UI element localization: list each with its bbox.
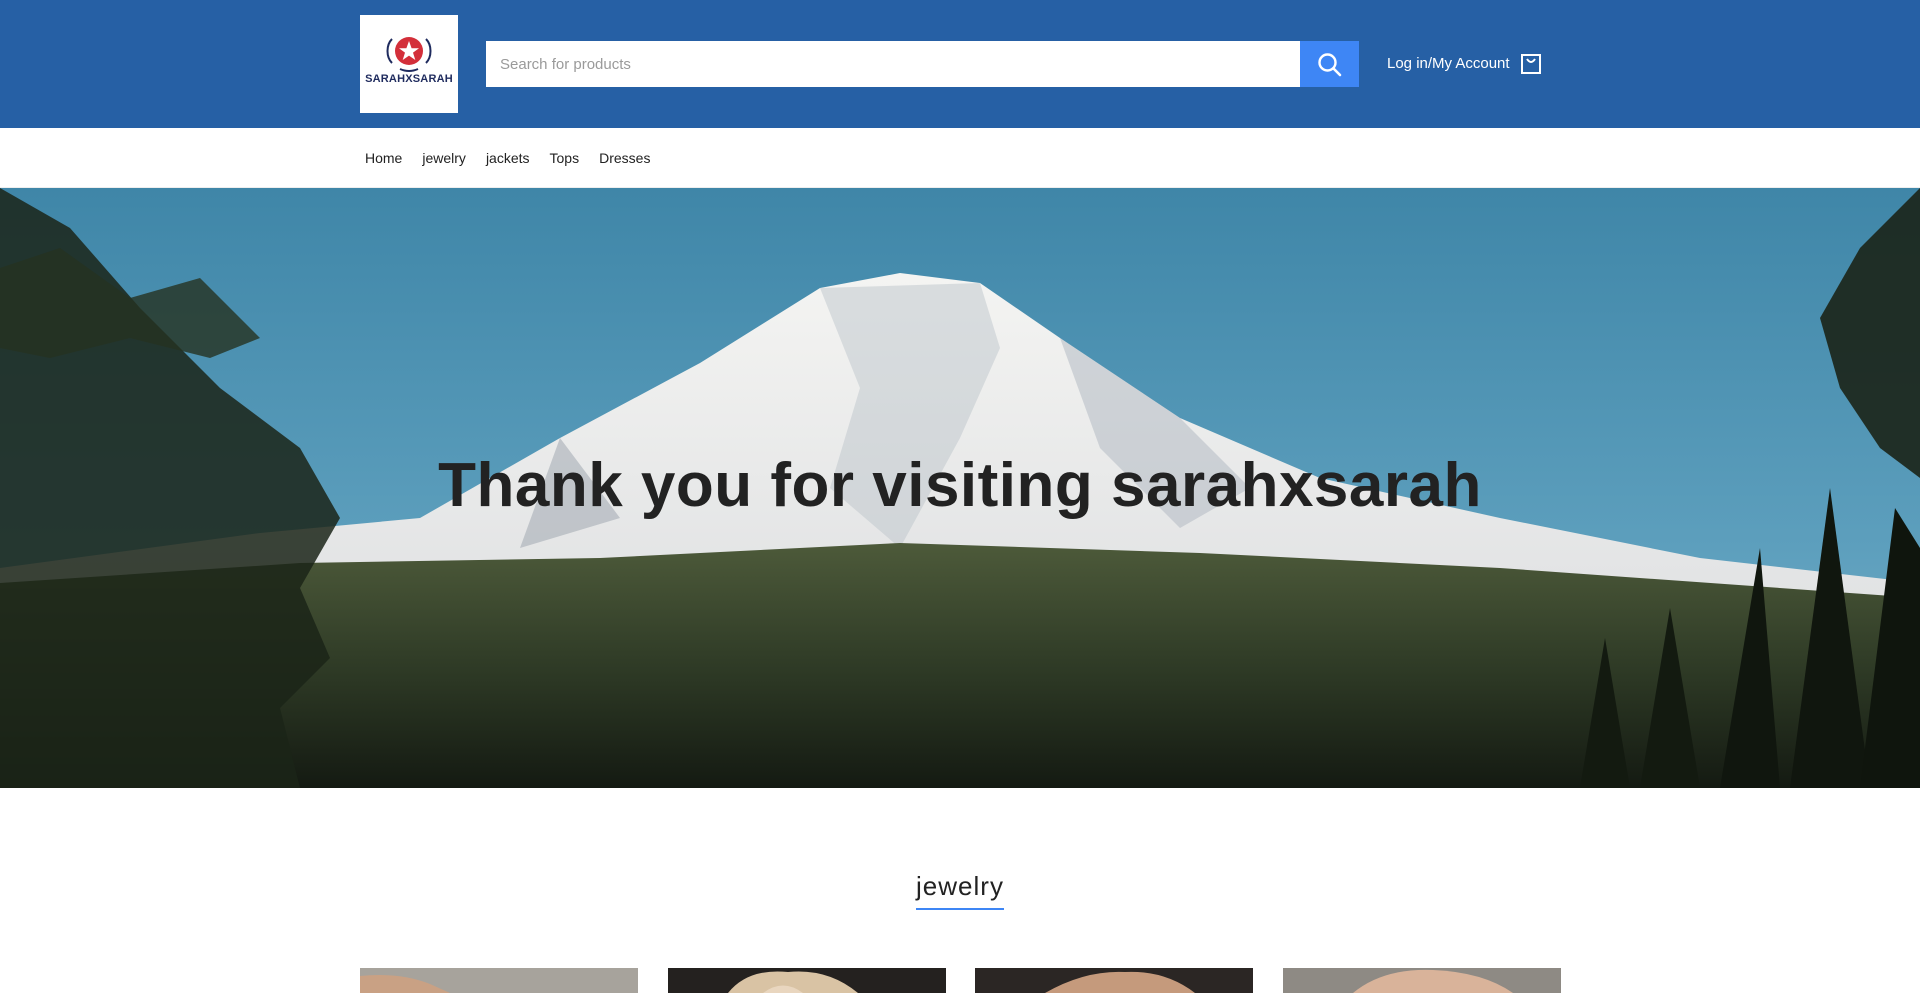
section-heading: jewelry <box>0 871 1920 910</box>
brand-name: SARAHXSARAH <box>365 73 453 85</box>
search-icon <box>1318 53 1342 77</box>
nav-item-jewelry[interactable]: jewelry <box>417 150 471 166</box>
nav-item-tops[interactable]: Tops <box>545 150 585 166</box>
search-button[interactable] <box>1300 41 1359 87</box>
product-image <box>668 968 946 993</box>
product-card[interactable] <box>1283 968 1561 993</box>
search-input[interactable] <box>486 41 1301 87</box>
nav-item-home[interactable]: Home <box>360 150 407 166</box>
site-header: SARAHXSARAH Log in/My Account <box>0 0 1920 128</box>
brand-logo[interactable]: SARAHXSARAH <box>360 15 458 113</box>
nav-item-dresses[interactable]: Dresses <box>594 150 655 166</box>
hero-title: Thank you for visiting sarahxsarah <box>438 451 1482 520</box>
product-card[interactable] <box>668 968 946 993</box>
product-image <box>975 968 1253 993</box>
shopping-bag-icon[interactable] <box>1519 52 1543 76</box>
product-card[interactable] <box>360 968 638 993</box>
star-emblem-icon <box>386 37 432 72</box>
product-image <box>1283 968 1561 993</box>
product-grid <box>360 968 1561 993</box>
nav-list: Home jewelry jackets Tops Dresses <box>360 150 655 168</box>
account-link[interactable]: Log in/My Account <box>1387 55 1510 72</box>
nav-item-jackets[interactable]: jackets <box>481 150 535 166</box>
product-card[interactable] <box>975 968 1253 993</box>
section-title-text: jewelry <box>916 871 1004 910</box>
product-image <box>360 968 638 993</box>
main-navigation: Home jewelry jackets Tops Dresses <box>0 128 1920 188</box>
hero-banner: Thank you for visiting sarahxsarah <box>0 188 1920 788</box>
